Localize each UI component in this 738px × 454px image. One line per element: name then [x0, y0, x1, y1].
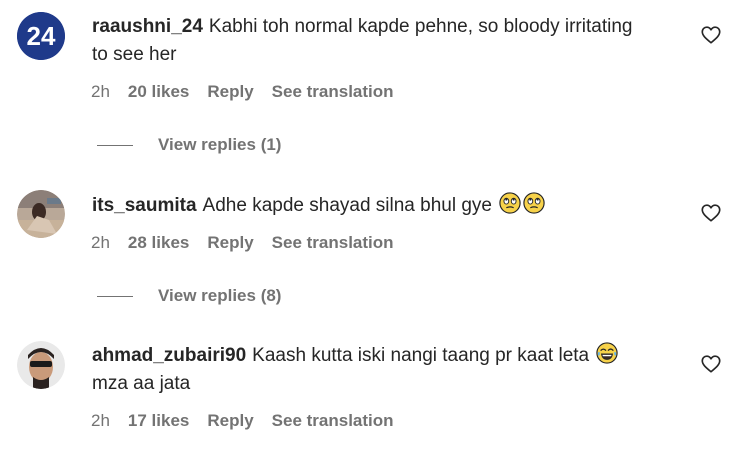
laughing-tears-emoji-icon: [596, 342, 619, 364]
comment-time: 2h: [91, 82, 110, 101]
replies-divider: [97, 144, 133, 146]
comment-likes[interactable]: 17 likes: [128, 411, 189, 431]
comment-meta: 2h 28 likes Reply See translation: [91, 233, 394, 253]
comment-text: ahmad_zubairi90 Kaash kutta iski nangi ta…: [92, 342, 652, 398]
comment-text: raaushni_24 Kabhi toh normal kapde pehne,…: [92, 13, 652, 69]
reply-button[interactable]: Reply: [207, 411, 253, 431]
comment-meta: 2h 20 likes Reply See translation: [91, 82, 394, 102]
like-heart-icon[interactable]: [700, 353, 722, 375]
see-translation-button[interactable]: See translation: [272, 411, 394, 431]
like-heart-icon[interactable]: [700, 24, 722, 46]
comment-body-line2: mza aa jata: [92, 373, 191, 394]
view-replies-button[interactable]: View replies (8): [97, 286, 281, 306]
reply-button[interactable]: Reply: [207, 82, 253, 102]
replies-divider: [97, 295, 133, 297]
avatar-photo-icon: [17, 341, 65, 389]
comment-time: 2h: [91, 233, 110, 252]
comment-username[interactable]: raaushni_24: [92, 16, 203, 37]
comment-username[interactable]: ahmad_zubairi90: [92, 345, 246, 366]
reply-button[interactable]: Reply: [207, 233, 253, 253]
eye-roll-emoji-icon: [499, 192, 521, 214]
comment-meta: 2h 17 likes Reply See translation: [91, 411, 394, 431]
comment-likes[interactable]: 28 likes: [128, 233, 189, 253]
view-replies-button[interactable]: View replies (1): [97, 135, 281, 155]
eye-roll-emoji-icon: [523, 192, 545, 214]
comment-time: 2h: [91, 411, 110, 430]
avatar-24-logo-icon: 24: [17, 12, 65, 60]
view-replies-label: View replies (1): [158, 135, 282, 154]
avatar-photo-icon: [17, 190, 65, 238]
see-translation-button[interactable]: See translation: [272, 233, 394, 253]
comment-username[interactable]: its_saumita: [92, 195, 197, 216]
comment-likes[interactable]: 20 likes: [128, 82, 189, 102]
avatar[interactable]: [17, 341, 65, 389]
avatar-text: 24: [27, 21, 56, 51]
comment-body: Adhe kapde shayad silna bhul gye: [202, 195, 492, 216]
comment-body: Kaash kutta iski nangi taang pr kaat let…: [252, 345, 590, 366]
avatar[interactable]: [17, 190, 65, 238]
see-translation-button[interactable]: See translation: [272, 82, 394, 102]
avatar[interactable]: 24: [17, 12, 65, 60]
view-replies-label: View replies (8): [158, 286, 282, 305]
like-heart-icon[interactable]: [700, 202, 722, 224]
comment-text: its_saumita Adhe kapde shayad silna bhul …: [92, 192, 652, 220]
